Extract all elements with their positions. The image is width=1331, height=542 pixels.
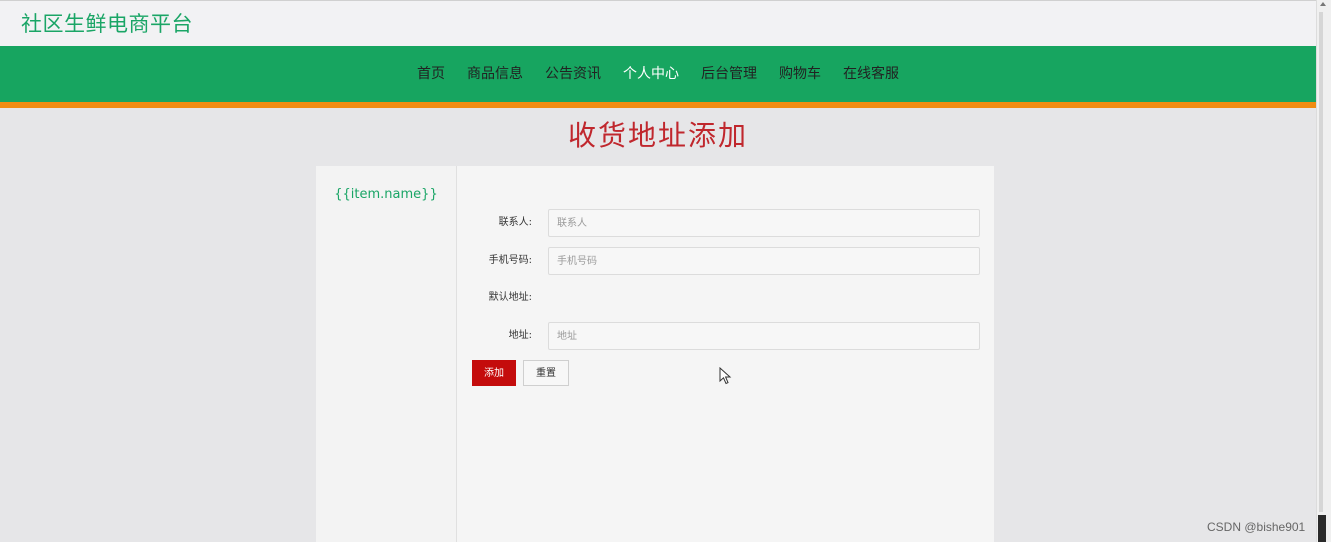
reset-button[interactable]: 重置: [523, 360, 569, 386]
address-form: 联系人: 手机号码: 默认地址: 地址: 添加 重置: [457, 166, 994, 542]
contact-label: 联系人:: [498, 217, 532, 228]
scrollbar-thumb[interactable]: [1319, 12, 1323, 512]
address-row: 地址:: [457, 322, 994, 350]
add-button[interactable]: 添加: [472, 360, 516, 386]
sidebar: {{item.name}}: [316, 166, 457, 542]
main-navbar: 首页 商品信息 公告资讯 个人中心 后台管理 购物车 在线客服: [0, 46, 1316, 108]
page-heading: 收货地址添加: [567, 119, 748, 152]
nav-item-admin[interactable]: 后台管理: [701, 46, 757, 102]
nav-item-products[interactable]: 商品信息: [467, 46, 523, 102]
phone-label: 手机号码:: [488, 255, 532, 266]
address-input[interactable]: [548, 322, 980, 350]
nav-list: 首页 商品信息 公告资讯 个人中心 后台管理 购物车 在线客服: [0, 46, 1316, 102]
phone-row: 手机号码:: [457, 247, 994, 275]
contact-row: 联系人:: [457, 209, 994, 237]
phone-input[interactable]: [548, 247, 980, 275]
watermark-text: CSDN @bishe901: [1207, 520, 1306, 534]
site-header: 社区生鲜电商平台: [0, 1, 1316, 46]
resize-grip-icon[interactable]: [1318, 515, 1326, 542]
address-label: 地址:: [508, 330, 532, 341]
default-address-label: 默认地址:: [488, 292, 532, 303]
scroll-up-icon[interactable]: [1320, 2, 1326, 6]
nav-item-support[interactable]: 在线客服: [843, 46, 899, 102]
nav-item-cart[interactable]: 购物车: [779, 46, 821, 102]
browser-viewport: 社区生鲜电商平台 首页 商品信息 公告资讯 个人中心 后台管理 购物车 在线客服…: [0, 0, 1331, 542]
contact-input[interactable]: [548, 209, 980, 237]
site-title[interactable]: 社区生鲜电商平台: [21, 10, 193, 38]
page: 社区生鲜电商平台 首页 商品信息 公告资讯 个人中心 后台管理 购物车 在线客服…: [0, 0, 1316, 542]
default-address-row: 默认地址:: [457, 284, 994, 312]
sidebar-item-name[interactable]: {{item.name}}: [316, 187, 456, 202]
nav-item-news[interactable]: 公告资讯: [545, 46, 601, 102]
mouse-cursor-icon: [719, 367, 732, 385]
nav-item-personal-center[interactable]: 个人中心: [623, 46, 679, 102]
vertical-scrollbar[interactable]: [1316, 0, 1331, 542]
nav-item-home[interactable]: 首页: [417, 46, 445, 102]
